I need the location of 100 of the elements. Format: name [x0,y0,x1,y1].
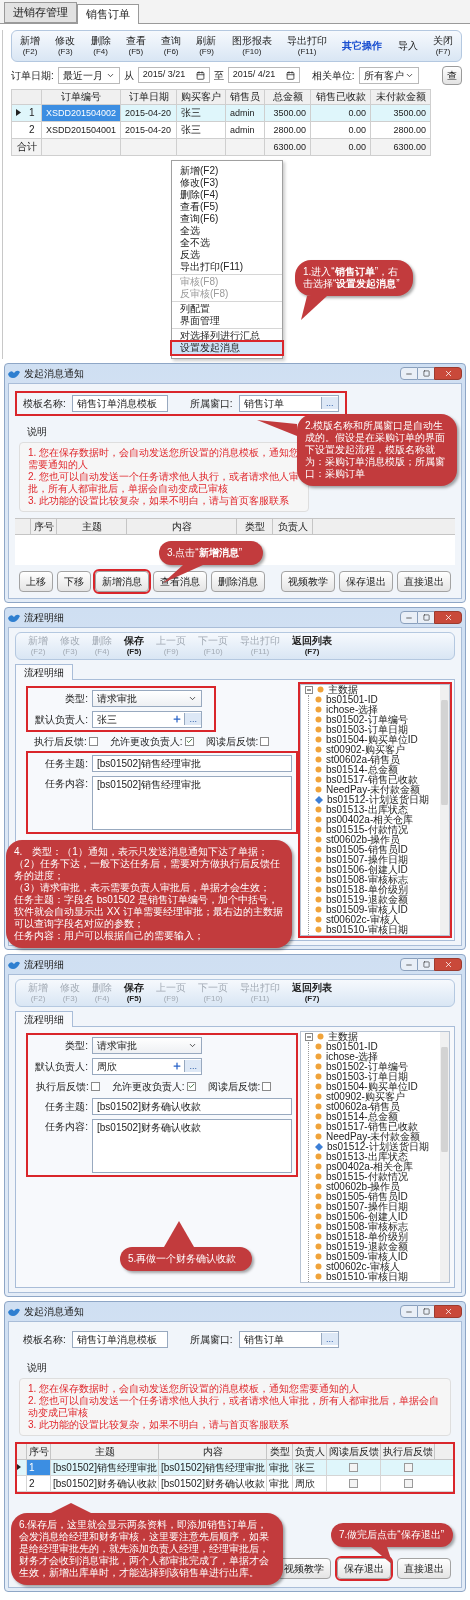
checkbox[interactable] [262,1081,272,1091]
toolbar-button[interactable]: 返回列表 (F7) [292,634,332,657]
toolbar-button[interactable]: 关闭 (F7) [432,34,453,57]
tree-item[interactable]: bs01514-总金额 [326,764,398,775]
tab[interactable]: 销售订单 [77,4,139,24]
tree-item[interactable]: bs01512-计划送货日期 [327,794,429,805]
minimize-button[interactable] [400,367,418,380]
browse-button[interactable]: ... [321,397,338,409]
tree-item[interactable]: st00602c-审核人 [326,914,400,925]
minimize-button[interactable] [400,611,418,624]
close-button[interactable] [434,958,462,971]
tab[interactable]: 流程明细 [15,663,73,680]
tree-item[interactable]: st00902-购买客户 [326,744,405,755]
unit-dropdown[interactable]: 所有客户 [358,66,419,84]
checkbox[interactable] [186,1081,196,1091]
tree-item[interactable]: bs01515-付款情况 [326,1171,408,1182]
toolbar-button[interactable]: 导出打印 (F11) [287,34,328,57]
tree-item[interactable]: bs01519-退款金额 [326,894,408,905]
assignee-field[interactable]: 张三 ... [92,710,202,728]
tree-item[interactable]: bs01517-销售已收款 [326,1121,418,1132]
checkbox[interactable] [403,1478,413,1488]
tree-item[interactable]: NeedPay-未付款金额 [326,784,421,795]
tree-item[interactable]: ps00402a-相关仓库 [326,1161,414,1172]
window-field[interactable]: 销售订单 ... [238,394,339,412]
tab[interactable]: 流程明细 [15,1010,73,1027]
menu-item[interactable]: 全选 [172,224,282,237]
date-field[interactable]: 2015/ 3/21 [137,67,210,83]
minimize-button[interactable] [400,1305,418,1318]
tree-item[interactable]: bs01512-计划送货日期 [327,1141,429,1152]
toolbar-button[interactable]: 保存 (F5) [124,634,144,657]
tree-item[interactable]: bs01509-审核人ID [326,1251,408,1262]
menu-item[interactable]: 对选择列进行汇总 [172,329,282,342]
checkbox[interactable] [88,736,98,746]
template-name-field[interactable]: 销售订单消息模板 [71,394,168,412]
tree-item[interactable]: ichose-选择 [326,1051,379,1062]
menu-item[interactable]: 修改(F3) [172,176,282,189]
menu-item[interactable]: 查看(F5) [172,200,282,213]
browse-button[interactable]: ... [184,713,201,725]
tree-item[interactable]: bs01513-出库状态 [326,1151,408,1162]
toolbar-button[interactable]: 保存 (F5) [124,981,144,1004]
tree-item[interactable]: bs01502-订单编号 [326,714,408,725]
tree-item[interactable]: bs01503-订单日期 [326,1071,408,1082]
action-button[interactable]: 保存退出 [339,570,393,592]
tree-item[interactable]: bs01519-退款金额 [326,1241,408,1252]
menu-item[interactable]: 列配置 [172,302,282,315]
action-button[interactable]: 保存退出 [337,1557,391,1579]
tree-item[interactable]: st00602c-审核人 [326,1261,400,1272]
menu-item[interactable]: 删除(F4) [172,188,282,201]
browse-button[interactable]: ... [321,1333,338,1345]
close-button[interactable] [434,611,462,624]
checkbox[interactable] [184,736,194,746]
tree-item[interactable]: 主数据 [328,684,358,695]
tree-item[interactable]: bs01501-ID [326,1041,378,1052]
tree-item[interactable]: bs01507-操作日期 [326,1201,408,1212]
menu-item[interactable]: 查询(F6) [172,212,282,225]
close-button[interactable] [434,367,462,380]
tree-item[interactable]: bs01504-购买单位ID [326,1081,418,1092]
minimize-button[interactable] [400,958,418,971]
add-icon[interactable] [172,1061,183,1071]
tree-item[interactable]: bs01518-单价级别 [326,1231,408,1242]
tree-item[interactable]: bs01508-审核标志 [326,874,408,885]
content-area[interactable]: [bs01502]财务确认收款 [92,1118,292,1173]
assignee-field[interactable]: 周欣 ... [92,1057,202,1075]
tree-item[interactable]: bs01510-审核日期 [326,1271,408,1282]
tree-item[interactable]: st00602a-销售员 [326,754,401,765]
tree-item[interactable]: bs01503-订单日期 [326,724,408,735]
tree-item[interactable]: bs01506-创建人ID [326,864,408,875]
tree-item[interactable]: st00602a-销售员 [326,1101,401,1112]
menu-item[interactable]: 设置发起消息 [172,341,282,354]
tree-item[interactable]: bs01501-ID [326,694,378,705]
tree-item[interactable]: bs01518-单价级别 [326,884,408,895]
tree-item[interactable]: bs01505-销售员ID [326,1191,408,1202]
toolbar-button[interactable]: 查看 (F5) [125,34,146,57]
action-button[interactable]: 视频教学 [281,570,335,592]
tree-item[interactable]: bs01508-审核标志 [326,1221,408,1232]
menu-item[interactable]: 界面管理 [172,314,282,327]
maximize-button[interactable] [418,958,434,971]
action-button[interactable]: 上移 [19,570,53,592]
browse-button[interactable]: ... [184,1060,201,1072]
menu-item[interactable]: 反选 [172,248,282,261]
action-button[interactable]: 直接退出 [397,570,451,592]
tab[interactable]: 进销存管理 [4,2,77,23]
tree-item[interactable]: bs01506-创建人ID [326,1211,408,1222]
subject-field[interactable]: [bs01502]销售经理审批 [92,754,292,772]
checkbox[interactable] [349,1462,358,1472]
tree-item[interactable]: bs01509-审核人ID [326,904,408,915]
type-dropdown[interactable]: 请求审批 [92,689,202,707]
action-button[interactable]: 直接退出 [397,1557,451,1579]
toolbar-button[interactable]: 刷新 (F9) [196,34,217,57]
content-area[interactable]: [bs01502]销售经理审批 [92,775,292,830]
tree-item[interactable]: bs01505-销售员ID [326,844,408,855]
toolbar-button[interactable]: 查询 (F6) [161,34,182,57]
maximize-button[interactable] [418,1305,434,1318]
checkbox[interactable] [403,1462,413,1472]
tree-item[interactable]: bs01515-付款情况 [326,824,408,835]
toolbar-button[interactable]: 删除 (F4) [90,34,111,57]
subject-field[interactable]: [bs01502]财务确认收款 [92,1097,292,1115]
menu-item[interactable]: 新增(F2) [172,164,282,177]
close-button[interactable] [434,1305,462,1318]
type-dropdown[interactable]: 请求审批 [92,1036,202,1054]
